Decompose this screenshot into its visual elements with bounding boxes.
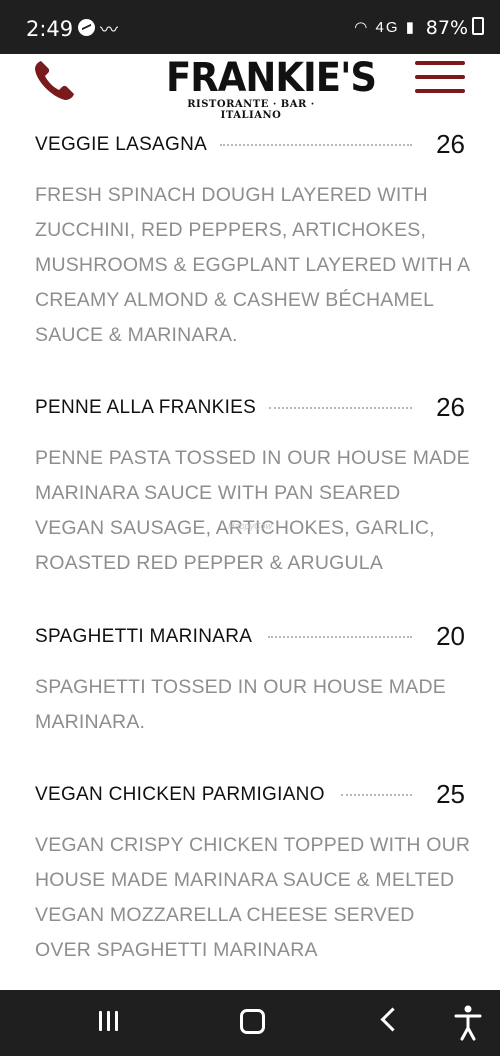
item-description: FRESH SPINACH DOUGH LAYERED WITH ZUCCHIN…	[35, 184, 470, 346]
messenger-icon	[78, 19, 95, 36]
system-status-icons: ◠ 4G ▮	[354, 18, 416, 36]
menu-item: SPAGHETTI MARINARA 20 SPAGHETTI TOSSED I…	[35, 621, 465, 733]
item-name: VEGGIE LASAGNA	[35, 134, 208, 155]
signal-icon: ▮	[405, 19, 416, 36]
price-leader	[341, 794, 412, 796]
battery-indicator: 87%	[426, 17, 484, 39]
item-description: PENNE PASTA TOSSED IN OUR HOUSE MADE MAR…	[35, 447, 470, 574]
brand-logo[interactable]: FRANKIE'S RISTORANTE · BAR · ITALIANO	[166, 54, 377, 121]
price-leader	[220, 144, 412, 146]
watermark: HappyCow	[228, 521, 273, 531]
battery-icon	[472, 17, 484, 35]
activity-icon: 〰	[100, 20, 118, 40]
wifi-icon: ◠	[354, 19, 370, 36]
back-icon[interactable]	[362, 990, 422, 1056]
battery-percent: 87%	[425, 17, 468, 39]
item-price: 26	[436, 392, 465, 422]
menu-item: VEGGIE LASAGNA 26 FRESH SPINACH DOUGH LA…	[35, 129, 469, 346]
item-name: VEGAN CHICKEN PARMIGIANO	[35, 784, 325, 805]
item-description: SPAGHETTI TOSSED IN OUR HOUSE MADE MARIN…	[35, 676, 446, 733]
item-price: 25	[436, 779, 465, 809]
price-leader	[268, 636, 412, 638]
status-bar: 2:49 〰 ◠ 4G ▮ 87%	[0, 0, 500, 54]
logo-subtitle: RISTORANTE · BAR · ITALIANO	[187, 99, 315, 121]
item-price: 26	[436, 129, 465, 159]
network-type: 4G	[375, 19, 400, 36]
accessibility-icon[interactable]	[438, 990, 498, 1056]
menu-item: VEGAN CHICKEN PARMIGIANO 25 VEGAN CRISPY…	[35, 779, 470, 961]
item-name: SPAGHETTI MARINARA	[35, 626, 253, 647]
price-leader	[269, 407, 412, 409]
system-nav-bar	[0, 990, 500, 1056]
status-time: 2:49	[26, 17, 74, 41]
menu-item: PENNE ALLA FRANKIES 26 PENNE PASTA TOSSE…	[35, 392, 470, 574]
item-price: 20	[436, 621, 465, 651]
home-icon[interactable]	[222, 990, 282, 1056]
phone-icon[interactable]	[33, 58, 77, 107]
item-description: VEGAN CRISPY CHICKEN TOPPED WITH OUR HOU…	[35, 834, 471, 961]
hamburger-menu-icon[interactable]	[415, 61, 465, 95]
logo-title: FRANKIE'S	[166, 54, 377, 101]
item-name: PENNE ALLA FRANKIES	[35, 397, 257, 418]
recent-apps-icon[interactable]	[82, 990, 142, 1056]
